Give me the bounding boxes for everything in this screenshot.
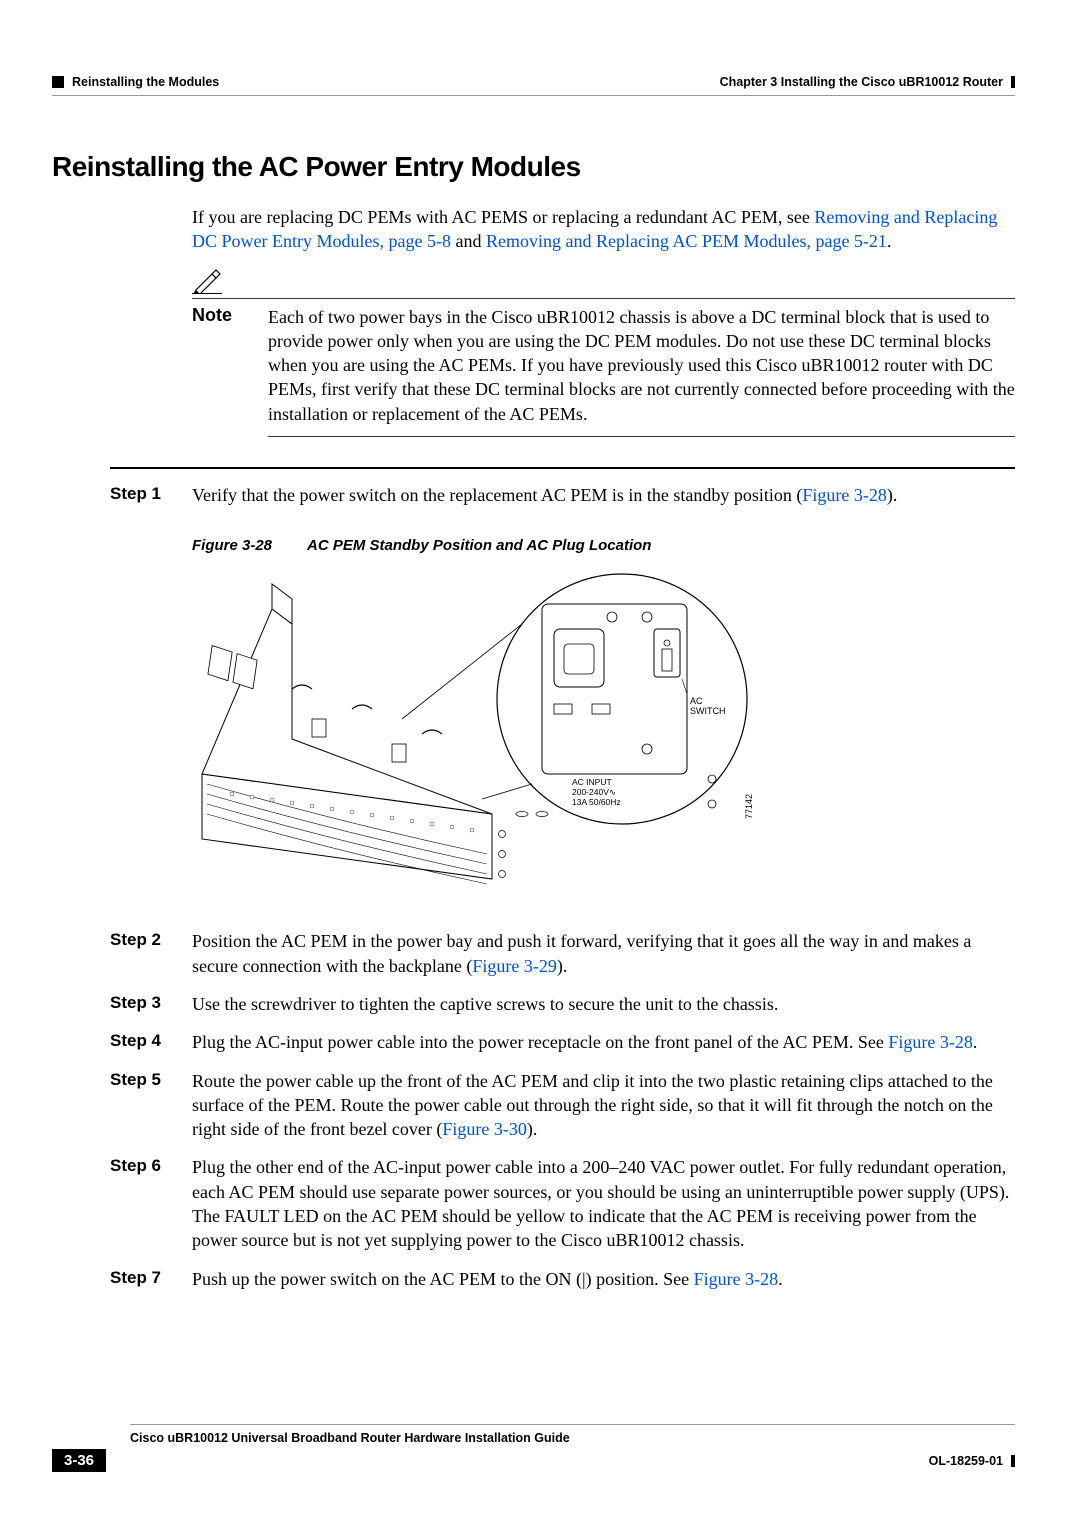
step-5: Step 5 Route the power cable up the fron… (110, 1069, 1015, 1142)
note-text: Each of two power bays in the Cisco uBR1… (268, 305, 1015, 426)
figure-caption: Figure 3-28AC PEM Standby Position and A… (192, 537, 1015, 554)
note-label: Note (192, 305, 244, 426)
link-ac-pem[interactable]: Removing and Replacing AC PEM Modules, p… (486, 231, 887, 251)
steps-rule (110, 467, 1015, 469)
doc-number: OL-18259-01 (929, 1454, 1003, 1468)
link-fig-3-28-b[interactable]: Figure 3-28 (888, 1032, 973, 1052)
link-fig-3-29[interactable]: Figure 3-29 (472, 956, 557, 976)
header-chapter: Chapter 3 Installing the Cisco uBR10012 … (720, 75, 1003, 89)
figure-3-28: ACSWITCH AC INPUT 200-240V∿ 13A 50/60Hz … (192, 569, 762, 899)
header-section: Reinstalling the Modules (72, 75, 219, 89)
link-fig-3-28-c[interactable]: Figure 3-28 (694, 1269, 779, 1289)
page-footer: Cisco uBR10012 Universal Broadband Route… (52, 1424, 1015, 1472)
header-tick-icon (1011, 76, 1015, 88)
footer-tick-icon (1011, 1455, 1015, 1467)
header-marker-icon (52, 76, 64, 88)
pencil-icon (192, 268, 1015, 294)
fig-label-input: AC INPUT 200-240V∿ 13A 50/60Hz (572, 777, 621, 807)
link-fig-3-30[interactable]: Figure 3-30 (442, 1119, 527, 1139)
header-rule (52, 95, 1015, 96)
step-1: Step 1 Verify that the power switch on t… (110, 483, 1015, 507)
step-2: Step 2 Position the AC PEM in the power … (110, 929, 1015, 978)
page-number: 3-36 (52, 1449, 106, 1472)
intro-paragraph: If you are replacing DC PEMs with AC PEM… (192, 205, 1015, 254)
footer-doc-title: Cisco uBR10012 Universal Broadband Route… (130, 1431, 1015, 1445)
page-title: Reinstalling the AC Power Entry Modules (52, 151, 1015, 183)
fig-id: 77142 (744, 794, 754, 819)
note-block: Note Each of two power bays in the Cisco… (192, 268, 1015, 437)
step-6: Step 6 Plug the other end of the AC-inpu… (110, 1155, 1015, 1252)
step-4: Step 4 Plug the AC-input power cable int… (110, 1030, 1015, 1054)
link-fig-3-28[interactable]: Figure 3-28 (802, 485, 887, 505)
running-header: Reinstalling the Modules Chapter 3 Insta… (52, 75, 1015, 89)
step-3: Step 3 Use the screwdriver to tighten th… (110, 992, 1015, 1016)
step-7: Step 7 Push up the power switch on the A… (110, 1267, 1015, 1291)
